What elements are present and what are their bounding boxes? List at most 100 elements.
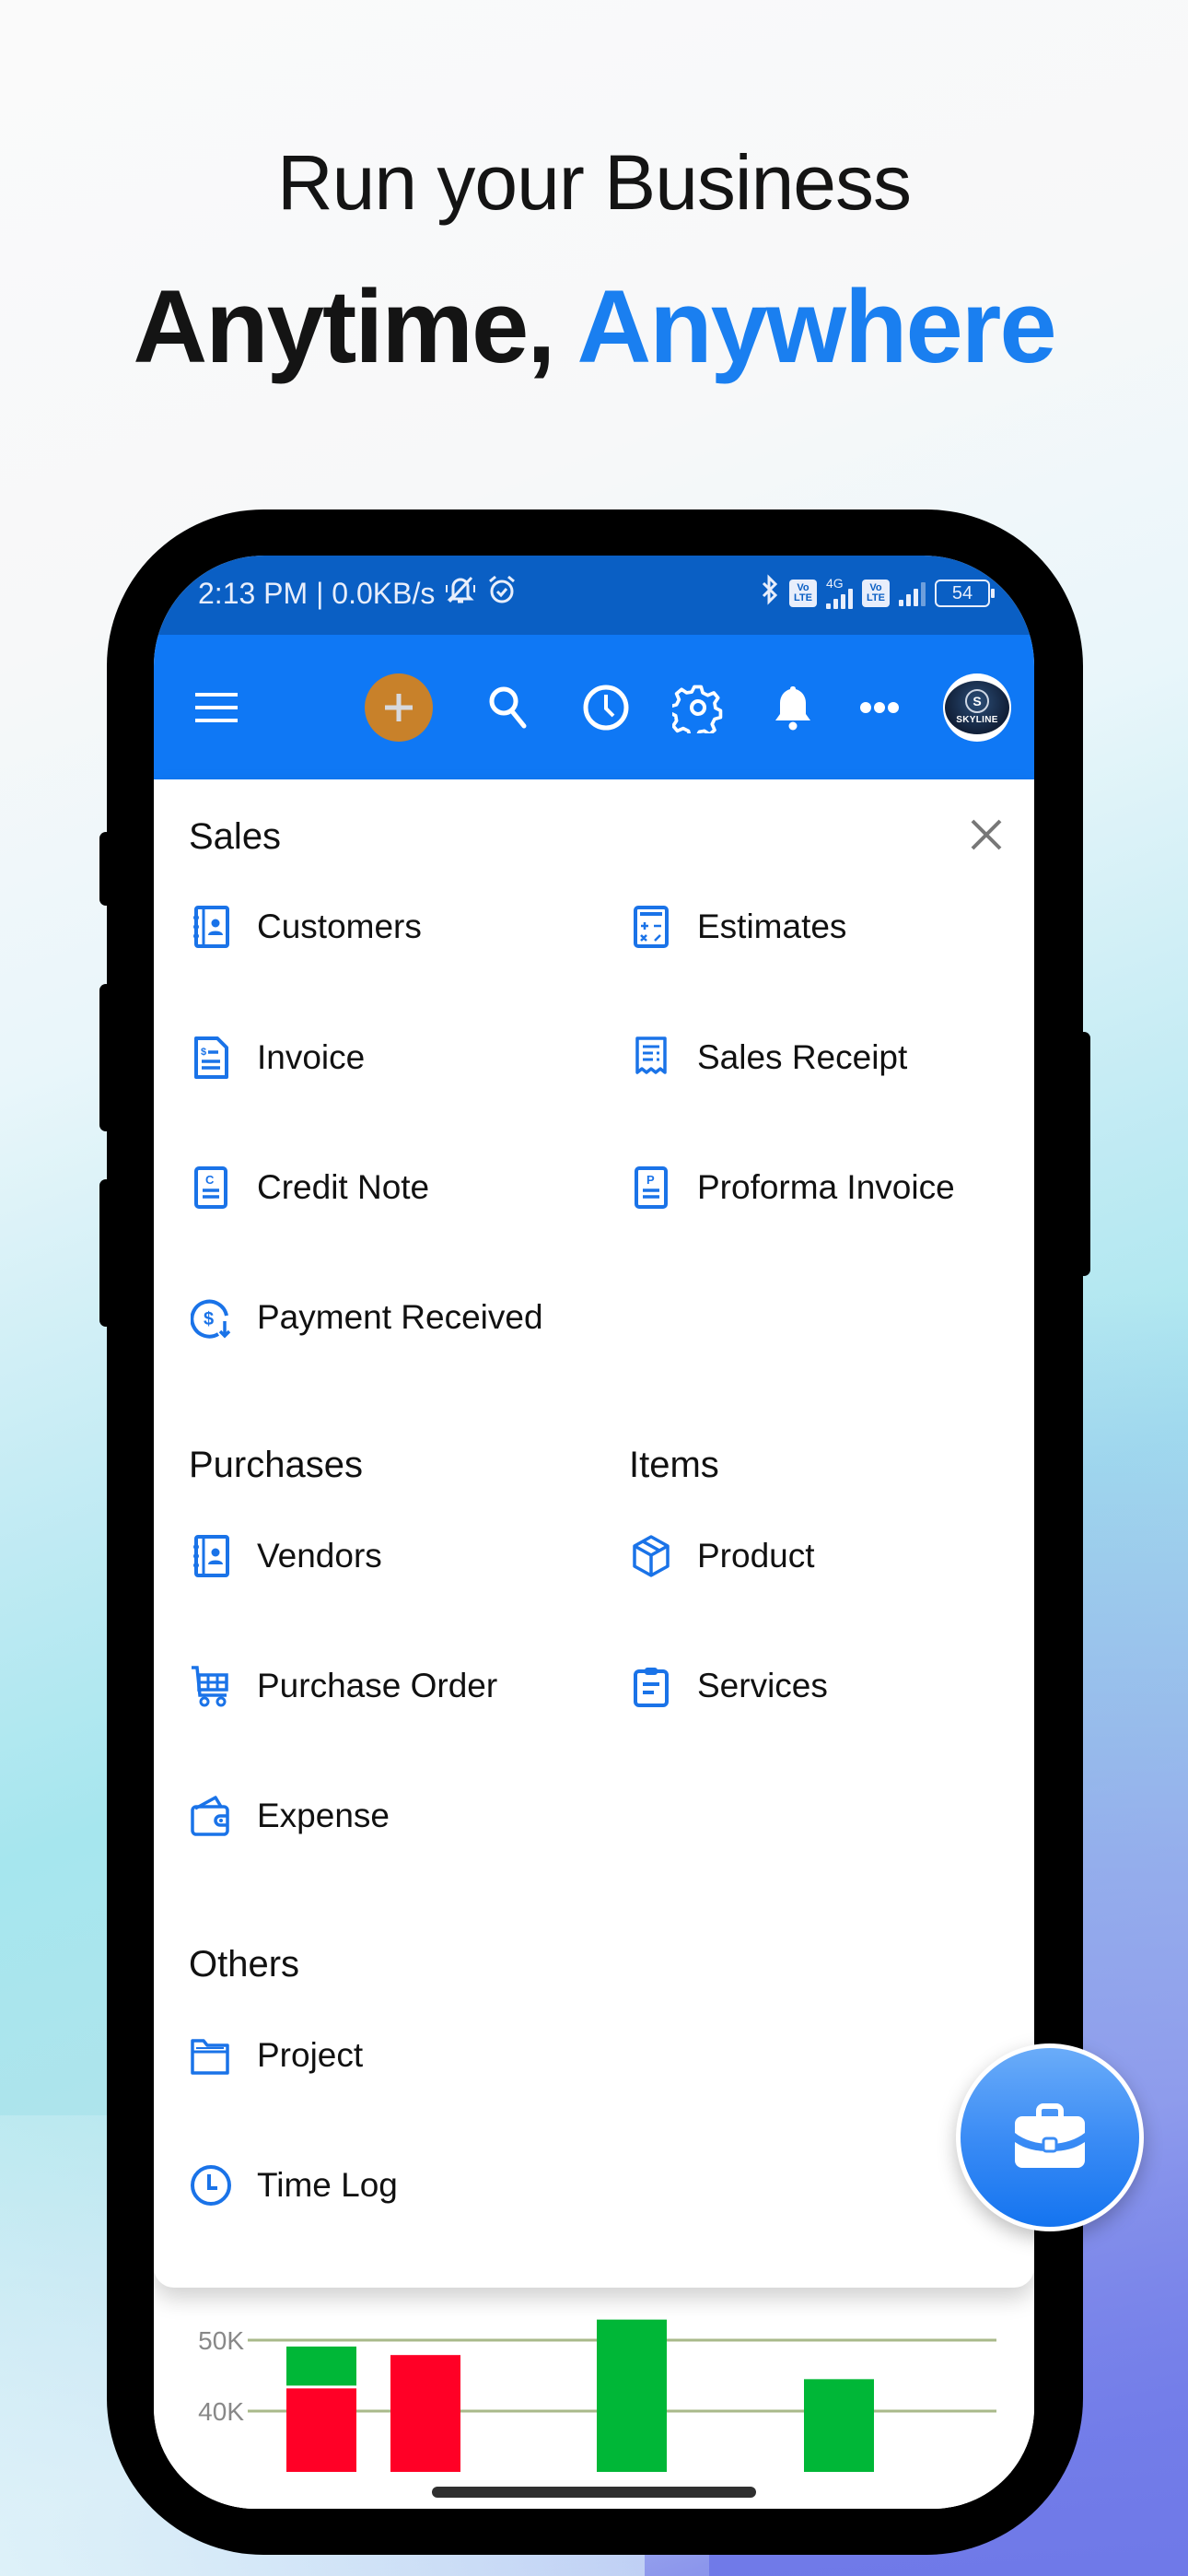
credit-note-icon: C [189, 1165, 233, 1210]
menu-item-expense[interactable]: Expense [189, 1788, 390, 1844]
close-icon [971, 819, 1002, 850]
menu-button[interactable] [189, 635, 244, 779]
menu-item-proforma-invoice[interactable]: P Proforma Invoice [629, 1160, 955, 1215]
payment-received-icon: $ [189, 1295, 233, 1340]
section-title-items: Items [629, 1445, 719, 1485]
status-time-speed: 2:13 PM | 0.0KB/s [198, 576, 436, 610]
customers-icon [189, 905, 233, 949]
settings-icon [672, 685, 723, 733]
add-icon [365, 673, 433, 742]
close-button[interactable] [968, 816, 1005, 853]
sales-chart: 50K40K30K [154, 2288, 1034, 2509]
bar-green [597, 2319, 667, 2472]
menu-item-label: Payment Received [257, 1298, 543, 1336]
receipt-icon [629, 1036, 673, 1080]
headline-anywhere: Anywhere [577, 269, 1056, 384]
section-title-purchases: Purchases [189, 1445, 363, 1485]
phone-volume-down-button [99, 1179, 112, 1327]
menu-item-label: Sales Receipt [697, 1038, 908, 1076]
svg-text:C: C [205, 1173, 215, 1187]
home-indicator[interactable] [432, 2487, 756, 2498]
avatar: S SKYLINE [943, 673, 1011, 742]
search-icon [489, 686, 527, 728]
menu-item-project[interactable]: Project [189, 2028, 363, 2083]
settings-button[interactable] [668, 635, 728, 779]
bar-green [804, 2379, 874, 2472]
sales-chart-svg: 50K40K30K [154, 2319, 1034, 2509]
more-button[interactable] [852, 635, 907, 779]
avatar-brand-text: SKYLINE [956, 715, 998, 725]
headline-line-2: Anytime, Anywhere [0, 267, 1188, 386]
menu-item-product[interactable]: Product [629, 1528, 815, 1584]
y-tick-label: 40K [198, 2397, 244, 2426]
briefcase-icon [1015, 2103, 1085, 2168]
svg-text:$: $ [201, 1047, 206, 1058]
y-tick-label: 50K [198, 2326, 244, 2355]
vendors-icon [189, 1534, 233, 1578]
clock-icon [189, 2163, 233, 2207]
proforma-icon: P [629, 1165, 673, 1210]
volte-icon-2: Vo LTE [862, 580, 890, 607]
folder-icon [189, 2033, 233, 2078]
4g-signal-icon: 4G [826, 577, 853, 609]
add-button[interactable] [362, 635, 436, 779]
history-button[interactable] [576, 635, 636, 779]
history-icon [583, 685, 629, 730]
svg-text:P: P [646, 1173, 655, 1187]
alarm-icon [486, 574, 518, 613]
phone-side-button [99, 832, 112, 906]
menu-item-label: Credit Note [257, 1168, 430, 1206]
menu-item-time-log[interactable]: Time Log [189, 2158, 398, 2213]
phone-screen: 2:13 PM | 0.0KB/s Vo LTE 4G Vo LTE 54 S … [154, 556, 1034, 2509]
status-bar: 2:13 PM | 0.0KB/s Vo LTE 4G Vo LTE 54 [154, 556, 1034, 635]
menu-item-vendors[interactable]: Vendors [189, 1528, 382, 1584]
bluetooth-icon [760, 574, 780, 613]
menu-item-label: Purchase Order [257, 1667, 498, 1704]
menu-item-label: Project [257, 2036, 364, 2074]
clipboard-icon [629, 1664, 673, 1708]
bar-red [390, 2355, 460, 2472]
menu-item-estimates[interactable]: Estimates [629, 899, 846, 954]
calculator-icon [629, 905, 673, 949]
box-icon [629, 1534, 673, 1578]
menu-item-payment-received[interactable]: $ Payment Received [189, 1290, 543, 1345]
avatar-button[interactable]: S SKYLINE [940, 635, 1014, 779]
cart-icon [189, 1664, 233, 1708]
wallet-icon [189, 1794, 233, 1838]
menu-item-purchase-order[interactable]: Purchase Order [189, 1658, 497, 1714]
bar-red [286, 2388, 356, 2472]
menu-item-label: Proforma Invoice [697, 1168, 955, 1206]
menu-icon [195, 692, 238, 722]
mute-icon [444, 574, 477, 613]
menu-item-invoice[interactable]: $ Invoice [189, 1030, 365, 1085]
notifications-icon [775, 685, 810, 730]
search-button[interactable] [481, 635, 536, 779]
menu-item-label: Expense [257, 1797, 390, 1834]
volte-icon: Vo LTE [789, 580, 817, 607]
section-title-others: Others [189, 1944, 300, 1985]
avatar-logo-icon: S [965, 689, 989, 713]
invoice-icon: $ [189, 1036, 233, 1080]
menu-item-label: Invoice [257, 1038, 366, 1076]
phone-power-button [1077, 1032, 1090, 1276]
menu-item-label: Product [697, 1537, 815, 1575]
quick-create-menu: Sales Customers Estimates $ Invoice Sale… [154, 779, 1034, 2288]
menu-item-label: Vendors [257, 1537, 382, 1575]
section-title-sales: Sales [189, 816, 282, 857]
menu-item-label: Time Log [257, 2166, 398, 2204]
briefcase-fab-button[interactable] [956, 2043, 1144, 2231]
svg-text:$: $ [204, 1309, 214, 1329]
menu-item-credit-note[interactable]: C Credit Note [189, 1160, 429, 1215]
menu-item-customers[interactable]: Customers [189, 899, 422, 954]
notifications-button[interactable] [765, 635, 821, 779]
menu-item-label: Estimates [697, 907, 847, 945]
app-bar: S SKYLINE [154, 635, 1034, 779]
bar-green [286, 2346, 356, 2386]
signal-icon [899, 580, 926, 606]
headline-line-1: Run your Business [276, 139, 912, 226]
menu-item-services[interactable]: Services [629, 1658, 828, 1714]
more-icon [860, 701, 899, 713]
battery-indicator: 54 [935, 580, 995, 607]
menu-item-label: Services [697, 1667, 828, 1704]
menu-item-sales-receipt[interactable]: Sales Receipt [629, 1030, 907, 1085]
